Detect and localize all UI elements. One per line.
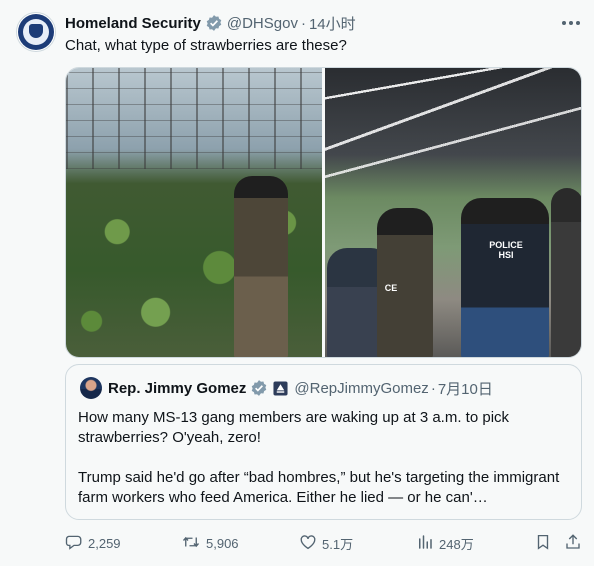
- retweet-count: 5,906: [206, 535, 239, 551]
- quoted-author-avatar: [80, 377, 102, 399]
- views-icon: [416, 533, 434, 554]
- author-avatar[interactable]: [16, 12, 56, 52]
- quoted-timestamp: 7月10日: [437, 380, 493, 398]
- action-bar: 2,259 5,906 5.1万 248万: [65, 530, 582, 556]
- more-icon[interactable]: [562, 12, 580, 34]
- author-name[interactable]: Homeland Security: [65, 15, 201, 32]
- bookmark-icon: [534, 533, 552, 554]
- verified-badge-icon: [250, 379, 268, 397]
- quoted-paragraph-2: Trump said he'd go after “bad hombres,” …: [78, 469, 560, 506]
- partial-vest-label: CE: [384, 283, 398, 293]
- quoted-header-separator: ·: [430, 379, 436, 397]
- tweet[interactable]: Homeland Security @DHSgov · 14小时 Chat, w…: [0, 0, 594, 566]
- quoted-paragraph-1: How many MS-13 gang members are waking u…: [78, 409, 510, 446]
- quoted-tweet[interactable]: Rep. Jimmy Gomez @RepJimmyGomez · 7月10日 …: [65, 364, 582, 520]
- tweet-header: Homeland Security @DHSgov · 14小时: [65, 12, 356, 34]
- like-icon: [299, 533, 317, 554]
- author-handle[interactable]: @DHSgov: [227, 15, 298, 32]
- dhs-seal-logo: [18, 14, 54, 50]
- share-button[interactable]: [564, 530, 582, 556]
- quoted-tweet-header: Rep. Jimmy Gomez @RepJimmyGomez · 7月10日: [108, 377, 493, 399]
- retweet-button[interactable]: 5,906: [181, 530, 239, 556]
- media-grid[interactable]: POLICE HSI CE: [65, 67, 582, 358]
- masked-officer: [234, 176, 288, 357]
- reply-count: 2,259: [88, 535, 121, 551]
- like-button[interactable]: 5.1万: [299, 530, 353, 556]
- like-count: 5.1万: [322, 536, 354, 552]
- tweet-text: Chat, what type of strawberries are thes…: [65, 37, 347, 54]
- bookmark-button[interactable]: [534, 530, 552, 556]
- views-count: 248万: [439, 536, 474, 552]
- greenhouse-photo[interactable]: [66, 68, 322, 357]
- views-button[interactable]: 248万: [416, 530, 474, 556]
- reply-icon: [65, 533, 83, 554]
- police-hsi-vest-label: POLICE HSI: [489, 240, 523, 260]
- share-icon: [564, 533, 582, 554]
- verified-badge-icon: [205, 14, 223, 32]
- quoted-author-name: Rep. Jimmy Gomez: [108, 379, 247, 397]
- tweet-timestamp[interactable]: 14小时: [309, 13, 356, 34]
- header-separator: ·: [300, 14, 306, 32]
- reply-button[interactable]: 2,259: [65, 530, 121, 556]
- agents-photo[interactable]: POLICE HSI CE: [325, 68, 581, 357]
- quoted-tweet-text: How many MS-13 gang members are waking u…: [78, 408, 570, 508]
- quoted-author-handle: @RepJimmyGomez: [294, 379, 429, 397]
- government-label-icon: [273, 380, 288, 396]
- retweet-icon: [181, 533, 201, 554]
